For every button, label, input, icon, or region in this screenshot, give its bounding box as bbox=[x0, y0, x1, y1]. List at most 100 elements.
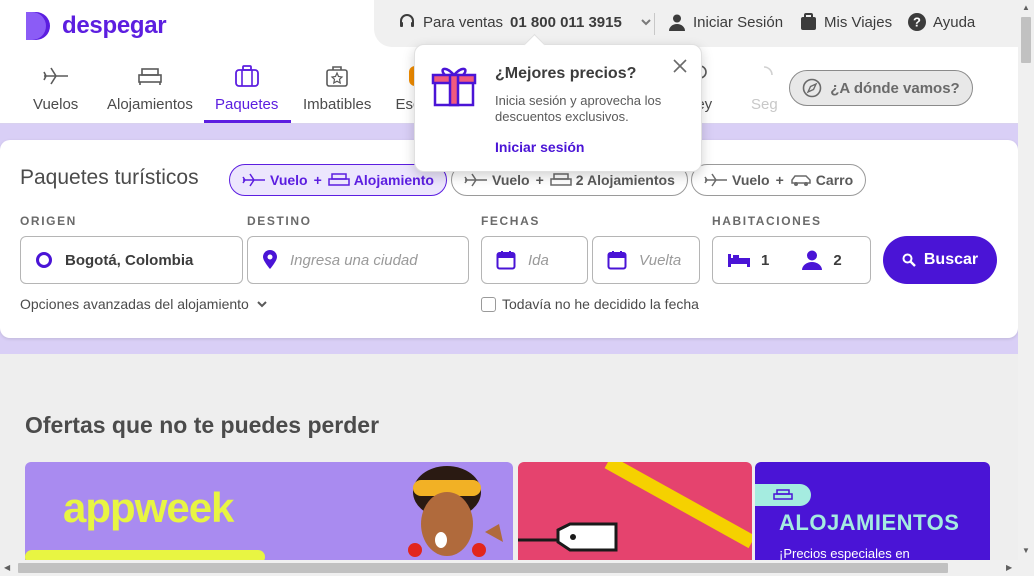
bed-icon bbox=[328, 173, 350, 186]
tag-graphic-icon bbox=[518, 462, 752, 552]
scroll-left-arrow-icon[interactable]: ◀ bbox=[4, 563, 10, 572]
help-icon: ? bbox=[908, 13, 926, 31]
chevron-down-icon bbox=[257, 301, 267, 308]
alojamientos-banner-subtitle: ¡Precios especiales en bbox=[779, 546, 910, 561]
search-button-label: Buscar bbox=[923, 251, 979, 268]
star-bag-icon bbox=[326, 66, 348, 87]
mode-part-b: Carro bbox=[815, 172, 854, 188]
popover-text: Inicia sesión y aprovecha los descuentos… bbox=[495, 93, 662, 124]
help-link[interactable]: ? Ayuda bbox=[908, 13, 975, 31]
appweek-logo-text: appweek bbox=[63, 484, 234, 531]
horizontal-scrollbar[interactable]: ◀ ▶ bbox=[0, 560, 1034, 576]
ida-placeholder: Ida bbox=[528, 251, 549, 269]
active-tab-indicator bbox=[204, 120, 291, 123]
chevron-down-icon[interactable] bbox=[639, 15, 653, 29]
rooms-guests-field[interactable]: 1 2 bbox=[712, 236, 871, 284]
where-to-label: ¿A dónde vamos? bbox=[830, 79, 960, 97]
despegar-logo[interactable]: despegar bbox=[24, 10, 167, 42]
user-icon bbox=[669, 14, 685, 31]
tab-imbatibles[interactable]: Imbatibles bbox=[303, 62, 371, 113]
plane-icon bbox=[242, 173, 265, 187]
woman-photo bbox=[408, 466, 503, 557]
bed-icon bbox=[728, 254, 750, 267]
vuelta-date-field[interactable]: Vuelta bbox=[592, 236, 700, 284]
origin-value: Bogotá, Colombia bbox=[65, 251, 194, 269]
bed-icon bbox=[138, 68, 162, 85]
advanced-options-label: Opciones avanzadas del alojamiento bbox=[20, 296, 249, 312]
mode-part-a: Vuelo bbox=[492, 172, 530, 188]
search-title: Paquetes turísticos bbox=[20, 166, 199, 189]
dates-label: FECHAS bbox=[481, 214, 540, 228]
calendar-icon bbox=[607, 251, 627, 270]
tab-label: Alojamientos bbox=[107, 96, 193, 113]
sales-phone-number: 01 800 011 3915 bbox=[510, 13, 622, 31]
advanced-options-toggle[interactable]: Opciones avanzadas del alojamiento bbox=[20, 296, 269, 312]
help-label: Ayuda bbox=[933, 13, 976, 31]
plane-icon bbox=[42, 67, 68, 85]
origin-field[interactable]: Bogotá, Colombia bbox=[20, 236, 243, 284]
vertical-scrollbar[interactable]: ▲ ▼ bbox=[1018, 0, 1034, 560]
vertical-scroll-thumb[interactable] bbox=[1021, 17, 1031, 63]
destination-placeholder: Ingresa una ciudad bbox=[290, 251, 418, 269]
bed-badge-icon bbox=[755, 484, 811, 506]
popover-login-link[interactable]: Iniciar sesión bbox=[495, 139, 584, 155]
search-button[interactable]: Buscar bbox=[883, 236, 997, 284]
gift-icon bbox=[431, 63, 477, 114]
scroll-up-arrow-icon[interactable]: ▲ bbox=[1022, 3, 1030, 12]
mode-vuelo-carro[interactable]: Vuelo + Carro bbox=[691, 164, 867, 196]
horizontal-scroll-thumb[interactable] bbox=[18, 563, 948, 573]
popover-title: ¿Mejores precios? bbox=[495, 65, 637, 82]
top-utility-bar: Para ventas 01 800 011 3915 Iniciar Sesi… bbox=[374, 0, 1018, 47]
tab-seguros[interactable]: Seg bbox=[751, 62, 778, 113]
tab-label: Imbatibles bbox=[303, 96, 372, 113]
plane-icon bbox=[464, 173, 487, 187]
undecided-date-option[interactable]: Todavía no he decidido la fecha bbox=[481, 296, 699, 312]
rooms-label: HABITACIONES bbox=[712, 214, 822, 228]
offers-title: Ofertas que no te puedes perder bbox=[25, 412, 380, 438]
tab-label: Seg bbox=[751, 96, 778, 113]
bed-icon bbox=[550, 173, 572, 186]
close-icon[interactable] bbox=[673, 59, 687, 78]
mode-vuelo-alojamiento[interactable]: Vuelo + Alojamiento bbox=[229, 164, 447, 196]
undecided-checkbox[interactable] bbox=[481, 296, 496, 312]
luggage-icon bbox=[801, 13, 816, 30]
mode-part-b: 2 Alojamientos bbox=[575, 172, 675, 188]
where-to-button[interactable]: ¿A dónde vamos? bbox=[789, 70, 973, 106]
search-icon bbox=[902, 253, 916, 267]
plane-icon bbox=[704, 173, 727, 187]
tab-vuelos[interactable]: Vuelos bbox=[33, 62, 78, 113]
shield-icon bbox=[764, 66, 774, 76]
tab-paquetes[interactable]: Paquetes bbox=[215, 62, 278, 113]
person-icon bbox=[802, 250, 823, 270]
tab-label: Vuelos bbox=[33, 96, 79, 113]
logo-mark-icon bbox=[24, 10, 56, 42]
undecided-label: Todavía no he decidido la fecha bbox=[502, 296, 699, 312]
scroll-down-arrow-icon[interactable]: ▼ bbox=[1022, 546, 1030, 555]
svg-text:?: ? bbox=[913, 15, 921, 30]
ida-date-field[interactable]: Ida bbox=[481, 236, 588, 284]
calendar-icon bbox=[496, 251, 516, 270]
my-trips-link[interactable]: Mis Viajes bbox=[800, 13, 892, 31]
suitcase-icon bbox=[234, 65, 259, 87]
tab-label: Paquetes bbox=[215, 96, 279, 113]
scroll-right-arrow-icon[interactable]: ▶ bbox=[1006, 563, 1012, 572]
sales-phone[interactable]: Para ventas 01 800 011 3915 bbox=[398, 13, 653, 31]
topbar-divider bbox=[654, 13, 655, 35]
car-icon bbox=[791, 175, 811, 186]
alojamientos-banner[interactable]: ALOJAMIENTOS ¡Precios especiales en bbox=[755, 462, 990, 562]
location-pin-icon bbox=[263, 250, 277, 269]
sales-label: Para ventas bbox=[423, 13, 504, 31]
tab-alojamientos[interactable]: Alojamientos bbox=[107, 62, 193, 113]
promo-banner[interactable] bbox=[518, 462, 752, 562]
destination-field[interactable]: Ingresa una ciudad bbox=[247, 236, 469, 284]
mode-part-a: Vuelo bbox=[270, 172, 308, 188]
rooms-count: 1 bbox=[761, 251, 770, 269]
best-prices-popover: ¿Mejores precios? Inicia sesión y aprove… bbox=[414, 44, 702, 172]
vuelta-placeholder: Vuelta bbox=[639, 251, 682, 269]
appweek-banner[interactable]: appweek bbox=[25, 462, 513, 562]
origin-label: ORIGEN bbox=[20, 214, 77, 228]
mode-part-b: Alojamiento bbox=[353, 172, 434, 188]
login-link[interactable]: Iniciar Sesión bbox=[668, 13, 783, 31]
compass-icon bbox=[802, 78, 822, 98]
guests-count: 2 bbox=[833, 251, 842, 269]
